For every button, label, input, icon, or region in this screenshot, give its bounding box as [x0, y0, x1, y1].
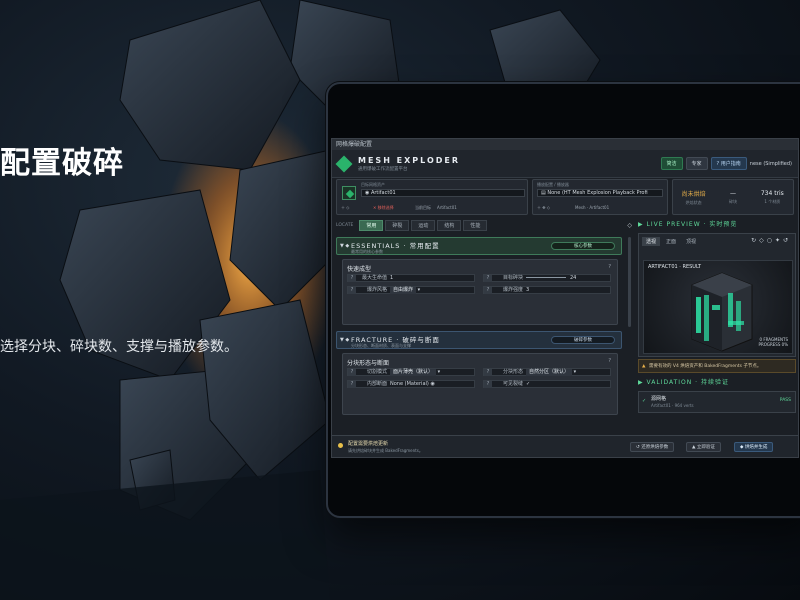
preset-tools-icon[interactable]: ＋ ✥ ◇	[537, 205, 550, 211]
validation-item-desc: Artifact01 · 964 verts	[651, 403, 694, 408]
preset-card: 播放配置 / 播放器 ▤ None (HT Mesh Explosion Pla…	[532, 179, 668, 215]
stat-value: 734 tris	[760, 189, 784, 197]
validation-item-name: 源网格	[651, 396, 667, 402]
validation-item[interactable]: ✓ 源网格 Artifact01 · 964 verts PASS	[638, 391, 796, 413]
collapse-arrow-icon: ▼ ◆	[340, 243, 350, 249]
field-explosion-strength[interactable]: ? 爆炸强度 3	[483, 286, 611, 294]
footer-bar: 配置需要烘焙更新 请先烘焙碎块并生成 BakedFragments。 ↺ 还原烘…	[332, 435, 798, 457]
help-icon[interactable]: ?	[608, 358, 611, 364]
add-icon[interactable]: ＋ ◇	[341, 205, 349, 211]
field-target-fragments[interactable]: ? 目标碎块 24	[483, 274, 611, 282]
remove-selection-label: 移除选择	[377, 205, 394, 210]
footer-subtitle: 请先烘焙碎块并生成 BakedFragments。	[348, 448, 423, 453]
preview-viewport[interactable]: ARTIFACT01 · RESULT 0 FRAGMENTS PROGRESS …	[643, 260, 793, 354]
status-dot-icon	[338, 443, 343, 448]
essentials-group-title: 快速成型	[347, 266, 372, 273]
field-explosion-style[interactable]: ? 爆炸风格 自由爆炸 ▾	[347, 286, 475, 294]
essentials-section-header[interactable]: ▼ ◆ ESSENTIALS · 常用配置 最常用的核心参数 核心参数	[336, 237, 622, 255]
validation-status: PASS	[779, 398, 791, 403]
stat-key: 烘焙状态	[685, 199, 702, 205]
hero-subline: 选择分块、碎块数、支撑与播放参数。	[0, 339, 238, 355]
source-label: 目标网格资产	[361, 182, 385, 187]
tab-performance[interactable]: 性能	[463, 219, 488, 231]
source-asset-value: Artifact01	[370, 190, 396, 196]
help-icon[interactable]: ?	[608, 264, 611, 270]
fragments-slider[interactable]	[526, 277, 566, 278]
remove-selection-button[interactable]: ✕ 移除选择	[373, 205, 394, 211]
live-preview-title: ▶ LIVE PREVIEW · 实时预览	[638, 221, 738, 228]
field-cut-mode[interactable]: ? 切割模式 面片薄壳（默认） ▾	[347, 368, 475, 376]
check-icon: ✓	[642, 398, 647, 404]
preview-warning: ▲ 需要有效的 V4 烘焙资产和 BakedFragments 子节点。	[638, 359, 796, 373]
settings-scrollbar[interactable]	[628, 237, 631, 327]
preset-value: None (HT Mesh Explosion Playback Profi	[547, 190, 648, 196]
tab-structure[interactable]: 结构	[437, 219, 462, 231]
language-selector[interactable]: nese (Simplified)	[750, 161, 792, 167]
expand-icon[interactable]: ◇	[627, 222, 632, 229]
source-card: 目标网格资产 ◉ Artifact01 ＋ ◇ ✕ 移除选择 当前目标 Arti…	[336, 179, 528, 215]
bake-generate-button[interactable]: ◆ 烘焙并生成	[734, 442, 774, 452]
preset-label: 播放配置 / 播放器	[537, 182, 569, 187]
preset-mesh-label: Mesh · Artifact01	[575, 205, 610, 210]
window-titlebar: 网格爆破配置	[332, 139, 798, 150]
essentials-subtitle: 最常用的核心参数	[351, 249, 383, 254]
tab-fracture[interactable]: 碎裂	[385, 219, 410, 231]
fracture-button[interactable]: 破碎参数	[551, 336, 615, 344]
app-window: 网格爆破配置 MESH EXPLODER 通用爆破工作流配置平台 简洁 专家 ?…	[331, 138, 799, 458]
user-guide-button[interactable]: ? 用户指南	[710, 157, 747, 170]
mesh-asset-icon	[342, 186, 356, 200]
app-logo-icon	[335, 155, 353, 172]
collapse-arrow-icon: ▼ ◆	[340, 337, 350, 343]
app-header: MESH EXPLODER 通用爆破工作流配置平台 简洁 专家 ? 用户指南 n…	[332, 150, 798, 178]
stat-value: 尚未烘焙	[681, 190, 706, 198]
tab-motion[interactable]: 运动	[411, 219, 436, 231]
reset-bake-button[interactable]: ↺ 还原烘焙参数	[630, 442, 675, 452]
user-guide-label: 用户指南	[720, 161, 741, 167]
footer-title: 配置需要烘焙更新	[348, 441, 389, 447]
fracture-group-title: 分块形态与断面	[347, 360, 390, 367]
preview-pane: ▶ LIVE PREVIEW · 实时预览 透视 正面 顶视 ↻◇○✦↺ ART…	[638, 219, 796, 437]
stat-key: 1 个材质	[764, 198, 781, 204]
settings-tabs: LOCATE 常用 碎裂 运动 结构 性能 ◇	[336, 219, 632, 231]
target-value: Artifact01	[437, 205, 457, 210]
source-asset-field[interactable]: ◉ Artifact01	[361, 189, 525, 197]
field-visible-cracks[interactable]: ? 可见裂缝 ✓	[483, 380, 611, 388]
validate-now-button[interactable]: ▲ 立即验证	[686, 442, 721, 452]
hero-headline: 配置破碎	[0, 146, 124, 181]
warning-icon: ▲	[642, 364, 646, 369]
locate-label: LOCATE	[336, 222, 354, 228]
asset-row: 目标网格资产 ◉ Artifact01 ＋ ◇ ✕ 移除选择 当前目标 Arti…	[332, 179, 798, 215]
preview-tool-icons[interactable]: ↻◇○✦↺	[751, 237, 791, 244]
stat-tris: 734 tris 1 个材质	[755, 190, 790, 205]
tab-common[interactable]: 常用	[359, 219, 384, 231]
app-subtitle: 通用爆破工作流配置平台	[358, 166, 408, 172]
stats-card: 尚未烘焙 烘焙状态 — 碎块 734 tris 1 个材质	[672, 179, 794, 215]
fracture-group: 分块形态与断面 ? ? 切割模式 面片薄壳（默认） ▾ ? 分块形态 自然分区（默认） …	[342, 353, 618, 415]
view-top-tab[interactable]: 顶视	[682, 237, 700, 246]
field-max-health[interactable]: ? 最大生命值 1	[347, 274, 475, 282]
stat-key: 碎块	[728, 198, 737, 204]
field-chunk-shape[interactable]: ? 分块形态 自然分区（默认） ▾	[483, 368, 611, 376]
fracture-section-header[interactable]: ▼ ◆ FRACTURE · 破碎与断面 分块形态、断面材质、表面与支撑 破碎参…	[336, 331, 622, 349]
app-title: MESH EXPLODER	[358, 155, 461, 165]
stat-value: —	[729, 189, 736, 197]
mode-simple-button[interactable]: 简洁	[660, 157, 683, 170]
validation-title: ▶ VALIDATION · 持续验证	[638, 379, 729, 386]
preview-panel: 透视 正面 顶视 ↻◇○✦↺ ARTIFACT01 · RESULT 0 FRA…	[638, 233, 796, 357]
stat-bake-status: 尚未烘焙 烘焙状态	[676, 189, 711, 206]
fragments-readout: 0 FRAGMENTS PROGRESS 0%	[758, 337, 788, 347]
essentials-group: 快速成型 ? ? 最大生命值 1 ? 目标碎块 24 ? 爆炸风格 自由爆炸 ▾ ? 爆炸强度…	[342, 259, 618, 325]
stat-fragments: — 碎块	[715, 190, 750, 205]
preset-field[interactable]: ▤ None (HT Mesh Explosion Playback Profi	[537, 189, 663, 197]
fracture-subtitle: 分块形态、断面材质、表面与支撑	[351, 343, 411, 348]
essentials-button[interactable]: 核心参数	[551, 242, 615, 250]
target-label: 当前目标	[415, 205, 431, 210]
settings-pane: LOCATE 常用 碎裂 运动 结构 性能 ◇ ▼ ◆ ESSENTIALS ·…	[336, 219, 632, 437]
mode-expert-button[interactable]: 专家	[685, 157, 708, 170]
field-inner-section[interactable]: ? 内部断面 None (Material) ◉	[347, 380, 475, 388]
view-front-tab[interactable]: 正面	[662, 237, 680, 246]
view-perspective-tab[interactable]: 透视	[642, 237, 661, 246]
